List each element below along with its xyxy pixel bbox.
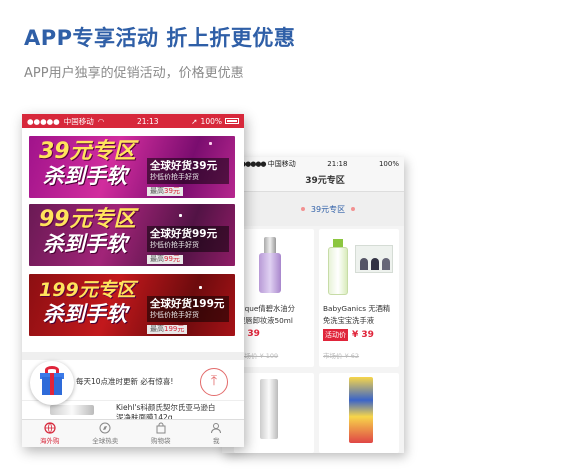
- dot-icon: [351, 207, 356, 211]
- signal-icon: ●●●●●: [27, 116, 60, 126]
- banner-caption-sub: 抄低价抢手好货: [150, 241, 199, 249]
- arrow-up-icon: ⤒: [210, 373, 218, 389]
- price-row: 活动价 ¥ 39: [323, 329, 374, 341]
- tab-overseas[interactable]: 海外购: [22, 420, 78, 447]
- status-bar: ●●●●● 中国移动 21:18 100%: [222, 157, 404, 170]
- wifi-icon: ◠: [97, 116, 105, 126]
- nav-title: 39元专区: [222, 170, 404, 192]
- gift-icon[interactable]: [30, 361, 74, 405]
- banner-headline: 199元专区: [39, 279, 136, 301]
- clock: 21:13: [136, 116, 159, 126]
- product-photo: [355, 245, 393, 273]
- banner-slogan: 杀到手软: [43, 164, 127, 188]
- tab-label: 海外购: [40, 437, 60, 445]
- bag-icon: [156, 422, 166, 434]
- price: ¥ 39: [352, 330, 374, 340]
- banner-199[interactable]: 199元专区 杀到手软 全球好货199元 抄低价抢手好货 最高199元: [29, 274, 235, 336]
- product-name: nique倩碧水油分 眼唇卸妆液50ml: [238, 304, 295, 325]
- banner-caption-title: 全球好货199元: [150, 298, 225, 310]
- product-card[interactable]: [234, 373, 314, 453]
- phone-screenshot-detail: ●●●●● 中国移动 21:18 100% 39元专区 39元专区 nique倩…: [222, 157, 404, 453]
- banner-slogan: 杀到手软: [43, 302, 127, 326]
- tab-global-hot[interactable]: 全球热卖: [78, 420, 134, 447]
- tab-label: 我: [213, 437, 220, 445]
- product-name: BabyGanics 无酒精 免洗宝宝洗手液: [323, 304, 391, 325]
- location-icon: ➚: [191, 116, 198, 126]
- battery-label: 100%: [378, 159, 399, 168]
- section-label: 39元专区: [310, 204, 346, 214]
- banner-slogan: 杀到手软: [43, 232, 127, 256]
- banner-39[interactable]: 39元专区 杀到手软 全球好货39元 抄低价抢手好货 最高39元: [29, 136, 235, 198]
- banner-caption: 全球好货99元 抄低价抢手好货: [147, 226, 229, 252]
- tab-me[interactable]: 我: [189, 420, 245, 447]
- original-price: 市场价 ¥ 109: [238, 352, 279, 360]
- clock: 21:18: [327, 159, 348, 168]
- tab-label: 购物袋: [151, 437, 171, 445]
- product-card[interactable]: [319, 373, 399, 453]
- product-image: [259, 237, 281, 293]
- banner-headline: 99元专区: [39, 207, 136, 232]
- product-image: [349, 377, 373, 443]
- phone-screenshot-list: ●●●●● 中国移动 ◠ 21:13 ➚ 100% 39元专区 杀到手软 全球好货39…: [22, 114, 244, 447]
- tab-bar: 海外购 全球热卖 购物袋 我: [22, 419, 244, 447]
- banner-caption-sub: 抄低价抢手好货: [150, 311, 199, 319]
- banner-caption-title: 全球好货99元: [150, 228, 218, 240]
- product-image: [328, 239, 348, 295]
- battery-label: 100%: [200, 116, 222, 126]
- tab-cart[interactable]: 购物袋: [133, 420, 189, 447]
- page-title: APP专享活动 折上折更优惠: [24, 26, 296, 50]
- carrier-label: 中国移动: [63, 116, 94, 126]
- product-card[interactable]: nique倩碧水油分 眼唇卸妆液50ml ¥ 39 市场价 ¥ 109: [234, 229, 314, 367]
- banner-max-price: 最高199元: [147, 325, 188, 334]
- banner-99[interactable]: 99元专区 杀到手软 全球好货99元 抄低价抢手好货 最高99元: [29, 204, 235, 266]
- page-subtitle: APP用户独享的促销活动，价格更优惠: [24, 66, 244, 81]
- compass-icon: [99, 422, 111, 434]
- banner-caption: 全球好货199元 抄低价抢手好货: [147, 296, 229, 322]
- product-card[interactable]: BabyGanics 无酒精 免洗宝宝洗手液 活动价 ¥ 39 市场价 ¥ 62: [319, 229, 399, 367]
- battery-icon: [225, 118, 239, 124]
- product-image: [50, 405, 94, 415]
- banner-headline: 39元专区: [39, 139, 136, 164]
- section-header: 39元专区: [222, 192, 404, 226]
- tab-label: 全球热卖: [92, 437, 119, 445]
- divider: [22, 352, 244, 360]
- product-image: [260, 379, 278, 439]
- scroll-top-button[interactable]: ⤒: [200, 368, 228, 396]
- status-bar: ●●●●● 中国移动 ◠ 21:13 ➚ 100%: [22, 114, 244, 128]
- globe-icon: [44, 422, 56, 434]
- banner-max-price: 最高39元: [147, 187, 183, 196]
- banner-caption-sub: 抄低价抢手好货: [150, 173, 199, 181]
- promo-badge: 活动价: [323, 329, 348, 341]
- banner-max-price: 最高99元: [147, 255, 183, 264]
- original-price: 市场价 ¥ 62: [323, 352, 360, 360]
- user-icon: [211, 423, 222, 434]
- banner-caption-title: 全球好货39元: [150, 160, 218, 172]
- banner-caption: 全球好货39元 抄低价抢手好货: [147, 158, 229, 184]
- dot-icon: [300, 207, 305, 211]
- carrier-label: 中国移动: [267, 159, 296, 168]
